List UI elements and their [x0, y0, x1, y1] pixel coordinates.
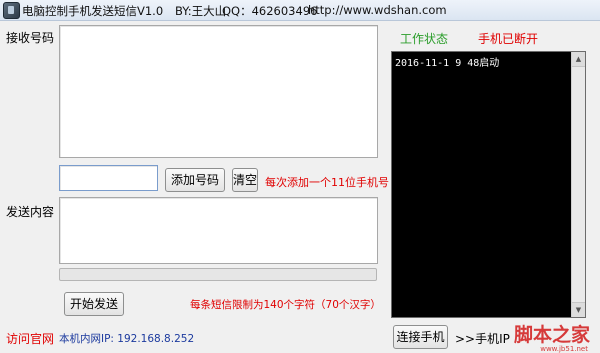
message-label: 发送内容 [6, 205, 55, 219]
title-bar: 电脑控制手机发送短信V1.0 BY:王大山 QQ：462603496 http:… [0, 0, 600, 21]
watermark-logo: 脚本之家 [513, 324, 590, 346]
recipients-label: 接收号码 [6, 31, 55, 45]
watermark-url: www.jb51.net [540, 345, 588, 353]
lan-ip-text: 本机内网IP: 192.168.8.252 [59, 333, 195, 345]
window-title: 电脑控制手机发送短信V1.0 [22, 4, 164, 18]
window-qq: QQ：462603496 [222, 4, 318, 18]
log-console[interactable]: 2016-11-1 9 48启动 ▲ ▼ [391, 51, 586, 318]
phone-icon [3, 2, 20, 19]
work-status-label: 工作状态 [400, 32, 449, 46]
connect-phone-button[interactable]: 连接手机 [393, 325, 448, 349]
start-send-button[interactable]: 开始发送 [64, 292, 124, 316]
log-lines: 2016-11-1 9 48启动 [395, 54, 582, 69]
window-author: BY:王大山 [175, 4, 227, 18]
log-line: 2016-11-1 9 48启动 [395, 58, 500, 69]
window-url: http://www.wdshan.com [308, 3, 447, 17]
phone-ip-label: >>手机IP [455, 332, 510, 346]
visit-site-link[interactable]: 访问官网 [6, 330, 54, 347]
phone-number-input[interactable] [59, 165, 158, 191]
scroll-down-icon[interactable]: ▼ [572, 302, 585, 317]
send-progress-bar [59, 268, 377, 281]
scroll-up-icon[interactable]: ▲ [572, 52, 585, 67]
recipients-textarea[interactable] [59, 25, 378, 158]
number-hint: 每次添加一个11位手机号 [265, 176, 389, 189]
length-limit-hint: 每条短信限制为140个字符（70个汉字） [190, 299, 381, 311]
phone-status-text: 手机已断开 [478, 32, 539, 46]
add-number-button[interactable]: 添加号码 [165, 168, 225, 192]
clear-button[interactable]: 清空 [232, 168, 258, 192]
log-scrollbar[interactable]: ▲ ▼ [571, 52, 585, 317]
message-textarea[interactable] [59, 197, 378, 264]
